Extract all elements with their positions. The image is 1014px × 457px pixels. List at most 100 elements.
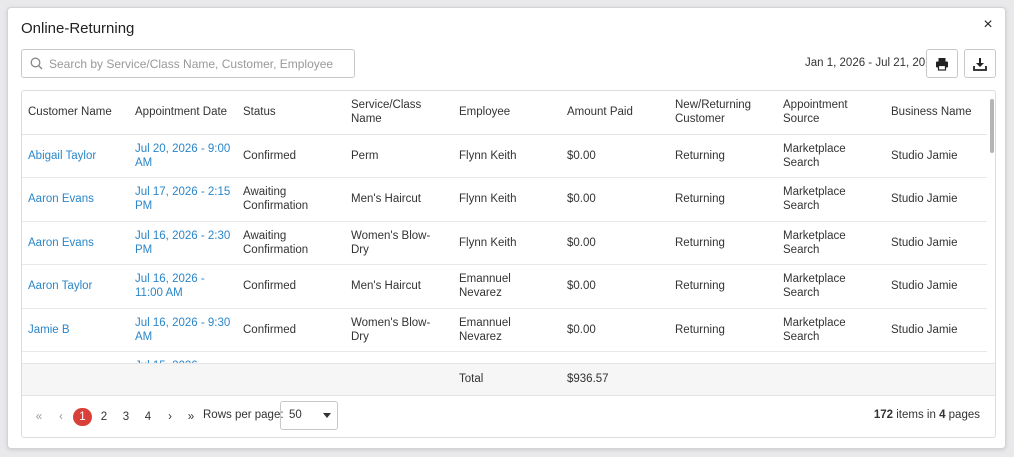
table-row: Aaron Taylor Jul 16, 2026 - 11:00 AM Con… [22, 264, 987, 309]
previous-page-icon[interactable]: ‹ [55, 408, 67, 426]
page-button[interactable]: 3 [120, 408, 132, 426]
download-button[interactable] [964, 49, 996, 78]
total-row: Total $936.57 [22, 363, 995, 395]
items-count: 172 [873, 409, 894, 421]
appointment-date-link[interactable]: Jul 16, 2026 - 2:30 PM [129, 221, 237, 265]
table-row: Jamie B Jul 16, 2026 - 9:30 AM Confirmed… [22, 308, 987, 352]
column-header[interactable]: Business Name [885, 91, 987, 135]
amount-cell: $0.00 [561, 177, 669, 222]
customer-type-cell: Returning [669, 134, 777, 178]
status-cell [237, 351, 345, 363]
business-cell [885, 351, 987, 363]
table-header-row: Customer Name Appointment Date Status Se… [22, 91, 987, 135]
customer-type-cell: Returning [669, 264, 777, 309]
appointment-date-link[interactable]: Jul 20, 2026 - 9:00 AM [129, 134, 237, 178]
status-cell: Confirmed [237, 308, 345, 352]
first-page-icon[interactable]: « [32, 408, 46, 426]
appointment-date-link[interactable]: Jul 17, 2026 - 2:15 PM [129, 177, 237, 222]
print-button[interactable] [926, 49, 958, 78]
table-row: Aaron Evans Jul 17, 2026 - 2:15 PM Await… [22, 177, 987, 222]
table-scrollbar[interactable] [990, 99, 994, 153]
table-row: Aaron Evans Jul 16, 2026 - 2:30 PM Await… [22, 221, 987, 265]
employee-cell: Emannuel Nevarez [453, 264, 561, 309]
search-box[interactable] [21, 49, 355, 78]
status-cell: Awaiting Confirmation [237, 177, 345, 222]
customer-type-cell [669, 351, 777, 363]
page-button-current[interactable]: 1 [73, 408, 92, 426]
amount-cell [561, 351, 669, 363]
column-header[interactable]: Employee [453, 91, 561, 135]
business-cell: Studio Jamie [885, 308, 987, 352]
page-button[interactable]: 4 [142, 408, 154, 426]
status-cell: Confirmed [237, 264, 345, 309]
total-label: Total [459, 373, 484, 385]
next-page-icon[interactable]: › [164, 408, 176, 426]
customer-name-link[interactable]: Aaron Taylor [22, 264, 129, 309]
rows-per-page-value: 50 [289, 409, 302, 421]
source-cell: Marketplace Search [777, 134, 885, 178]
source-cell: Marketplace Search [777, 221, 885, 265]
source-cell: Marketplace Search [777, 308, 885, 352]
column-header[interactable]: Customer Name [22, 91, 129, 135]
table-row: Jul 15, 2026 - 10:45 [22, 351, 987, 363]
column-header[interactable]: Appointment Source [777, 91, 885, 135]
items-text: items in [893, 409, 940, 421]
appointment-date-link[interactable]: Jul 16, 2026 - 11:00 AM [129, 264, 237, 309]
modal-title: Online-Returning [21, 20, 135, 37]
employee-cell [453, 351, 561, 363]
amount-cell: $0.00 [561, 134, 669, 178]
source-cell: Marketplace Search [777, 264, 885, 309]
appointments-table: Customer Name Appointment Date Status Se… [21, 90, 996, 438]
business-cell: Studio Jamie [885, 134, 987, 178]
employee-cell: Emannuel Nevarez [453, 308, 561, 352]
column-header[interactable]: Service/Class Name [345, 91, 453, 135]
items-summary: 172 items in 4 pages [874, 409, 980, 421]
customer-name-link[interactable]: Aaron Evans [22, 221, 129, 265]
service-cell: Women's Blow-Dry [345, 308, 453, 352]
customer-type-cell: Returning [669, 308, 777, 352]
amount-cell: $0.00 [561, 264, 669, 309]
column-header[interactable]: New/Returning Customer [669, 91, 777, 135]
service-cell: Women's Blow-Dry [345, 221, 453, 265]
customer-name-link[interactable]: Aaron Evans [22, 177, 129, 222]
date-range[interactable]: Jan 1, 2026 - Jul 21, 2026 [805, 57, 938, 69]
rows-per-page-label: Rows per page: [203, 409, 284, 421]
chevron-down-icon [323, 413, 331, 418]
table-row: Abigail Taylor Jul 20, 2026 - 9:00 AM Co… [22, 134, 987, 178]
status-cell: Confirmed [237, 134, 345, 178]
close-icon[interactable]: × [980, 17, 996, 33]
amount-cell: $0.00 [561, 308, 669, 352]
employee-cell: Flynn Keith [453, 134, 561, 178]
business-cell: Studio Jamie [885, 177, 987, 222]
appointment-date-link[interactable]: Jul 15, 2026 - 10:45 [129, 351, 237, 363]
column-header[interactable]: Appointment Date [129, 91, 237, 135]
source-cell: Marketplace Search [777, 177, 885, 222]
pagination: « ‹ 1 2 3 4 › » Rows per page: 50 172 it… [22, 395, 995, 437]
column-header[interactable]: Amount Paid [561, 91, 669, 135]
source-cell [777, 351, 885, 363]
rows-per-page-select[interactable]: 50 [280, 401, 338, 430]
customer-type-cell: Returning [669, 221, 777, 265]
business-cell: Studio Jamie [885, 221, 987, 265]
service-cell [345, 351, 453, 363]
last-page-icon[interactable]: » [184, 408, 198, 426]
appointment-date-link[interactable]: Jul 16, 2026 - 9:30 AM [129, 308, 237, 352]
status-cell: Awaiting Confirmation [237, 221, 345, 265]
service-cell: Men's Haircut [345, 264, 453, 309]
customer-name-link[interactable] [22, 351, 129, 363]
customer-type-cell: Returning [669, 177, 777, 222]
amount-cell: $0.00 [561, 221, 669, 265]
service-cell: Perm [345, 134, 453, 178]
employee-cell: Flynn Keith [453, 221, 561, 265]
customer-name-link[interactable]: Jamie B [22, 308, 129, 352]
search-icon [30, 57, 43, 70]
column-header[interactable]: Status [237, 91, 345, 135]
customer-name-link[interactable]: Abigail Taylor [22, 134, 129, 178]
total-value: $936.57 [567, 373, 609, 385]
pages-text: pages [945, 409, 980, 421]
service-cell: Men's Haircut [345, 177, 453, 222]
download-icon [973, 57, 987, 71]
search-input[interactable] [49, 56, 339, 71]
business-cell: Studio Jamie [885, 264, 987, 309]
page-button[interactable]: 2 [98, 408, 110, 426]
